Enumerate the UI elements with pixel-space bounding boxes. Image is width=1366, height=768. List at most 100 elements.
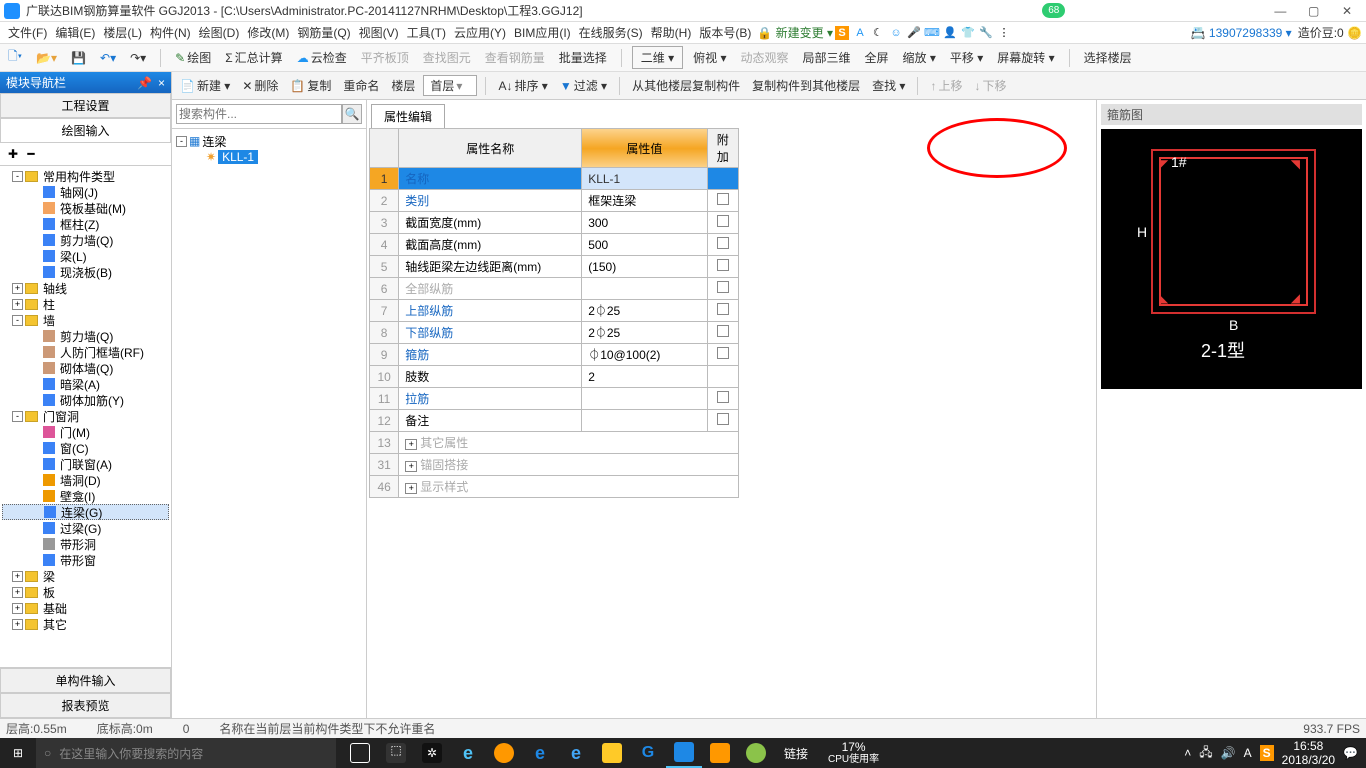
tree-toggle[interactable]: + (12, 299, 23, 310)
menu-item[interactable]: 在线服务(S) (575, 24, 647, 42)
prop-extra-checkbox[interactable] (707, 300, 738, 322)
prop-name[interactable]: 拉筋 (399, 388, 582, 410)
tree-folder[interactable]: +板 (2, 584, 169, 600)
tree-toggle[interactable]: + (12, 603, 23, 614)
find-chart-button[interactable]: 查找图元 (419, 47, 475, 68)
app-1[interactable]: ⬚ (378, 738, 414, 768)
prop-extra-checkbox[interactable] (707, 190, 738, 212)
property-row[interactable]: 3截面宽度(mm)300 (370, 212, 739, 234)
new-component-button[interactable]: 📄新建 ▾ (176, 75, 234, 96)
tray-a-icon[interactable]: A (1244, 746, 1252, 760)
app-orange[interactable] (702, 738, 738, 768)
cpu-usage[interactable]: 17% CPU使用率 (828, 741, 879, 765)
prop-value[interactable]: 框架连梁 (582, 190, 707, 212)
prop-name[interactable]: 类别 (399, 190, 582, 212)
draw-button[interactable]: ✎绘图 (171, 47, 215, 68)
nav-tree[interactable]: -常用构件类型轴网(J)筏板基础(M)框柱(Z)剪力墙(Q)梁(L)现浇板(B)… (0, 166, 171, 667)
view-rebar-button[interactable]: 查看钢筋量 (481, 47, 549, 68)
pin-icon[interactable]: 📌 (137, 76, 152, 90)
th-name[interactable]: 属性名称 (399, 129, 582, 168)
app-2[interactable]: ✲ (414, 738, 450, 768)
prop-extra-checkbox[interactable] (707, 256, 738, 278)
menu-item[interactable]: 绘图(D) (195, 24, 244, 42)
floor-select[interactable]: 首层 ▾ (423, 75, 477, 96)
save-icon[interactable]: 💾 (67, 49, 90, 67)
tray-up-icon[interactable]: ˄ (1184, 746, 1191, 760)
tree-toggle[interactable]: + (12, 571, 23, 582)
tree-item[interactable]: 筏板基础(M) (2, 200, 169, 216)
ime-kb-icon[interactable]: ⌨ (925, 26, 939, 40)
menu-item[interactable]: 修改(M) (243, 24, 293, 42)
minimize-button[interactable]: — (1265, 4, 1295, 18)
prop-extra-checkbox[interactable] (707, 234, 738, 256)
new-doc-icon[interactable]: 🗋▾ (4, 45, 26, 70)
ime-person-icon[interactable]: 👤 (943, 26, 957, 40)
copy-button[interactable]: 📋 复制 (286, 75, 335, 96)
prop-value[interactable] (582, 410, 707, 432)
taskbar-search[interactable]: ○ 在这里输入你要搜索的内容 (36, 738, 336, 768)
search-button[interactable]: 🔍 (342, 104, 362, 124)
menu-item[interactable]: 工具(T) (403, 24, 450, 42)
sum-calc-button[interactable]: Σ 汇总计算 (221, 47, 286, 68)
tree-folder[interactable]: -墙 (2, 312, 169, 328)
prop-extra-checkbox[interactable] (707, 344, 738, 366)
prop-name[interactable]: 上部纵筋 (399, 300, 582, 322)
tree-folder[interactable]: +其它 (2, 616, 169, 632)
prop-name[interactable]: 备注 (399, 410, 582, 432)
dynamic-view-button[interactable]: 动态观察 (736, 47, 792, 68)
prop-name[interactable]: +锚固搭接 (399, 454, 739, 476)
select-floor-button[interactable]: 选择楼层 (1080, 47, 1136, 68)
tree-folder[interactable]: +基础 (2, 600, 169, 616)
menu-item[interactable]: 帮助(H) (647, 24, 696, 42)
property-row[interactable]: 12备注 (370, 410, 739, 432)
filter-button[interactable]: ▼ 过滤 ▾ (556, 75, 611, 96)
prop-extra-checkbox[interactable] (707, 388, 738, 410)
comp-item-selected[interactable]: KLL-1 (218, 150, 258, 164)
tree-toggle[interactable]: - (12, 315, 23, 326)
app-browser[interactable] (486, 738, 522, 768)
tab-project-settings[interactable]: 工程设置 (0, 93, 171, 118)
property-row[interactable]: 2类别框架连梁 (370, 190, 739, 212)
property-row[interactable]: 9箍筋⏀10@100(2) (370, 344, 739, 366)
tree-item[interactable]: 剪力墙(Q) (2, 232, 169, 248)
expand-icon[interactable]: + (405, 461, 417, 472)
property-row[interactable]: 6全部纵筋 (370, 278, 739, 300)
zoom-button[interactable]: 缩放 ▾ (899, 47, 940, 68)
prop-value[interactable]: ⏀10@100(2) (582, 344, 707, 366)
tab-draw-input[interactable]: 绘图输入 (0, 118, 171, 143)
prop-name[interactable]: +其它属性 (399, 432, 739, 454)
prop-name[interactable]: 全部纵筋 (399, 278, 582, 300)
prop-extra-checkbox[interactable] (707, 278, 738, 300)
property-tab[interactable]: 属性编辑 (371, 104, 445, 128)
app-ie[interactable]: e (450, 738, 486, 768)
tray-vol-icon[interactable]: 🔊 (1221, 746, 1236, 760)
tree-item[interactable]: 轴网(J) (2, 184, 169, 200)
prop-extra-checkbox[interactable] (707, 410, 738, 432)
close-button[interactable]: ✕ (1332, 4, 1362, 18)
cost-bean[interactable]: 造价豆:0 🪙 (1298, 24, 1362, 41)
ime-sogou-icon[interactable]: S (835, 26, 849, 40)
user-info[interactable]: 📇 13907298339 ▾ (1191, 26, 1292, 40)
maximize-button[interactable]: ▢ (1299, 4, 1329, 18)
notifications-icon[interactable]: 💬 (1343, 746, 1358, 760)
ime-face-icon[interactable]: ☺ (889, 26, 903, 40)
ime-a-icon[interactable]: A (853, 26, 867, 40)
tree-item[interactable]: 砌体墙(Q) (2, 360, 169, 376)
prop-name[interactable]: 轴线距梁左边线距离(mm) (399, 256, 582, 278)
prop-name[interactable]: +显示样式 (399, 476, 739, 498)
tree-toggle[interactable]: + (12, 619, 23, 630)
app-ie2[interactable]: e (558, 738, 594, 768)
ime-moon-icon[interactable]: ☾ (871, 26, 885, 40)
property-row[interactable]: 13+其它属性 (370, 432, 739, 454)
prop-name[interactable]: 箍筋 (399, 344, 582, 366)
comp-root-label[interactable]: 连梁 (202, 133, 226, 150)
tree-folder[interactable]: -门窗洞 (2, 408, 169, 424)
tab-report-preview[interactable]: 报表预览 (0, 693, 171, 718)
prop-value[interactable]: 500 (582, 234, 707, 256)
tree-item[interactable]: 门联窗(A) (2, 456, 169, 472)
prop-extra-checkbox[interactable] (707, 168, 738, 190)
ime-more-icon[interactable]: ⋮ (997, 26, 1011, 40)
comp-tree-toggle[interactable]: - (176, 136, 187, 147)
tree-item[interactable]: 带形洞 (2, 536, 169, 552)
prop-value[interactable] (582, 278, 707, 300)
